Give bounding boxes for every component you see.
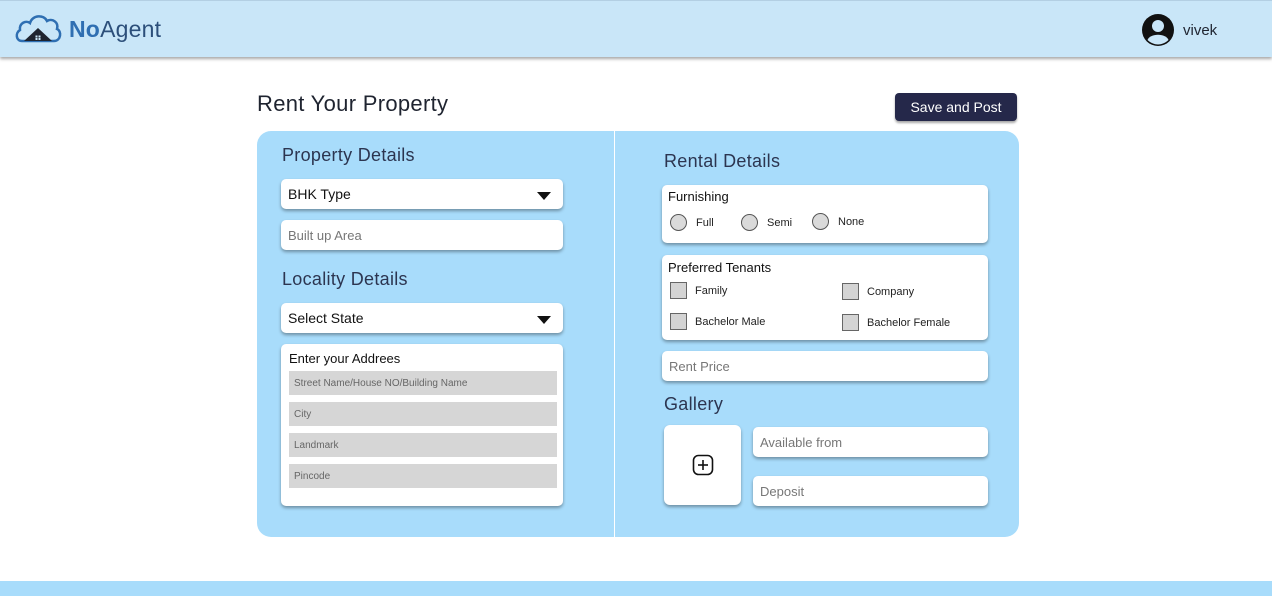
radio-button[interactable] — [670, 214, 687, 231]
checkbox[interactable] — [842, 314, 859, 331]
state-select[interactable]: Select State — [281, 303, 563, 333]
tenant-option-bachelor-female[interactable]: Bachelor Female — [842, 314, 950, 331]
preferred-tenants-box: Preferred Tenants Family Company Bachelo… — [662, 255, 988, 340]
deposit-input[interactable] — [753, 476, 988, 506]
rental-details-title: Rental Details — [664, 151, 781, 171]
column-divider — [614, 131, 615, 537]
furnishing-option-semi[interactable]: Semi — [741, 214, 792, 231]
checkbox[interactable] — [670, 282, 687, 299]
preferred-tenants-title: Preferred Tenants — [668, 260, 772, 275]
radio-button[interactable] — [812, 213, 829, 230]
tenant-option-company[interactable]: Company — [842, 283, 914, 300]
option-label: Family — [695, 284, 728, 297]
built-up-area-input[interactable] — [281, 220, 563, 250]
gallery-title: Gallery — [664, 394, 724, 414]
option-label: Company — [867, 285, 915, 298]
locality-details-title: Locality Details — [282, 269, 408, 289]
add-photo-plus-icon[interactable] — [692, 454, 714, 476]
caret-down-icon — [537, 316, 551, 324]
tenant-option-bachelor-male[interactable]: Bachelor Male — [670, 313, 765, 330]
street-input[interactable] — [289, 371, 557, 395]
furnishing-option-none[interactable]: None — [812, 213, 864, 230]
top-navbar: NoAgent vivek — [0, 0, 1272, 57]
tenant-option-family[interactable]: Family — [670, 282, 727, 299]
page-title: Rent Your Property — [257, 91, 449, 116]
furnishing-title: Furnishing — [668, 189, 729, 204]
caret-down-icon — [537, 192, 551, 200]
checkbox[interactable] — [842, 283, 859, 300]
option-label: None — [838, 215, 865, 228]
pincode-input[interactable] — [289, 464, 557, 488]
bhk-type-select[interactable]: BHK Type — [281, 179, 563, 209]
option-label: Bachelor Male — [695, 315, 766, 328]
save-and-post-button[interactable]: Save and Post — [895, 93, 1017, 121]
option-label: Bachelor Female — [867, 316, 951, 329]
username: vivek — [1183, 21, 1218, 39]
brand-name-part1: No — [69, 15, 101, 42]
available-from-input[interactable] — [753, 427, 988, 457]
property-form-card: Property Details BHK Type Locality Detai… — [257, 131, 1019, 537]
logo[interactable]: NoAgent — [14, 11, 161, 47]
option-label: Semi — [767, 216, 793, 229]
city-input[interactable] — [289, 402, 557, 426]
bhk-type-label: BHK Type — [288, 186, 351, 202]
radio-button[interactable] — [741, 214, 758, 231]
house-cloud-logo-icon — [15, 15, 62, 43]
landmark-input[interactable] — [289, 433, 557, 457]
option-label: Full — [696, 216, 714, 229]
state-label: Select State — [288, 310, 364, 326]
brand-name: NoAgent — [69, 16, 161, 43]
brand-name-part2: Agent — [100, 15, 162, 42]
rent-price-input[interactable] — [662, 351, 988, 381]
user-avatar-icon[interactable] — [1141, 13, 1175, 47]
furnishing-box: Furnishing Full Semi None — [662, 185, 988, 243]
checkbox[interactable] — [670, 313, 687, 330]
address-box: Enter your Addrees — [281, 344, 563, 506]
footer-bar — [0, 581, 1272, 596]
address-title: Enter your Addrees — [289, 351, 401, 366]
user-menu[interactable]: vivek — [1141, 13, 1217, 47]
furnishing-option-full[interactable]: Full — [670, 214, 714, 231]
add-photo-tile[interactable] — [664, 425, 741, 505]
property-details-title: Property Details — [282, 145, 415, 165]
